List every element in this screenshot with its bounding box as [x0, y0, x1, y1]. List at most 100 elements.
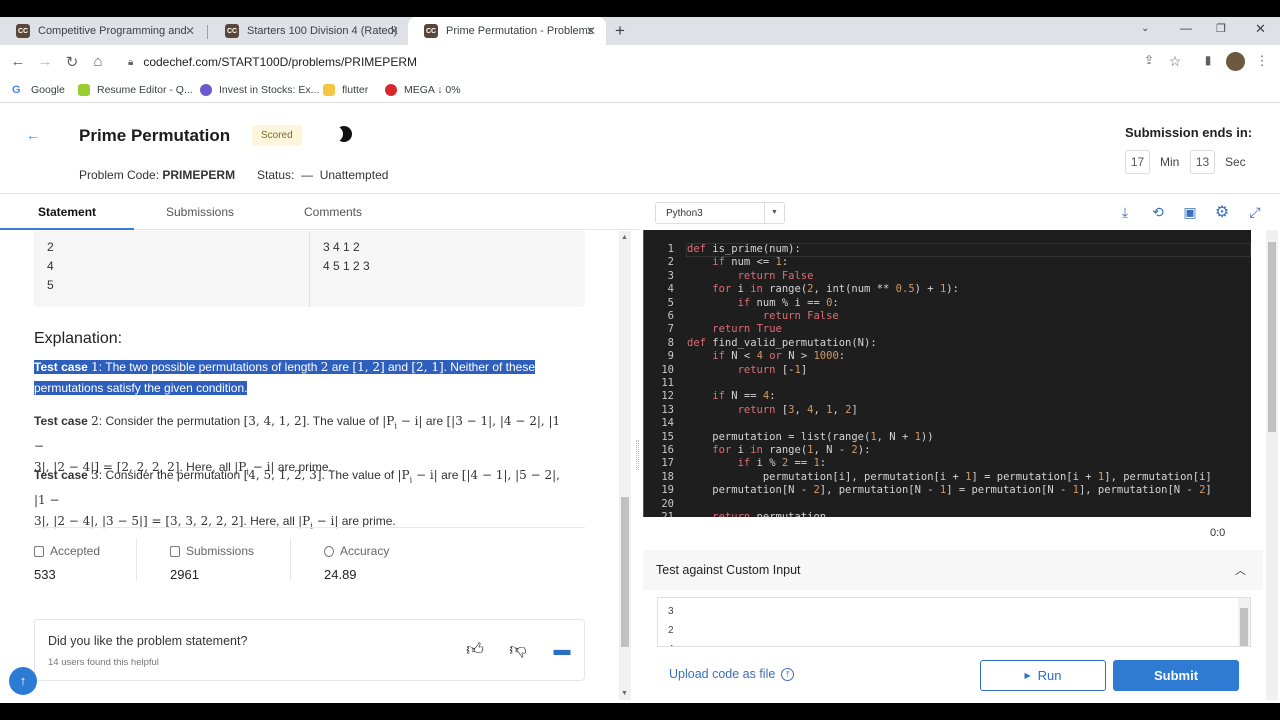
new-tab-icon[interactable]: + — [615, 21, 625, 41]
bookmark-invest-stocks[interactable]: Invest in Stocks: Ex... — [200, 84, 319, 96]
scroll-down-icon[interactable]: ▼ — [621, 690, 628, 697]
code-line[interactable]: 7 return True — [644, 323, 1251, 336]
problem-title: Prime Permutation — [79, 126, 231, 145]
browser-tab-1[interactable]: CC Competitive Programming and C ✕ — [0, 17, 205, 45]
close-tab-icon[interactable]: ✕ — [389, 24, 399, 38]
close-window-icon[interactable]: ✕ — [1255, 21, 1266, 37]
bookmark-mega[interactable]: MEGA ↓ 0% — [385, 84, 461, 96]
custom-input-textarea[interactable]: 3 2 4 — [657, 597, 1251, 647]
reload-icon[interactable]: ↻ — [62, 53, 82, 71]
help-chat-button[interactable]: ↑ — [9, 667, 37, 695]
code-line[interactable]: 4 for i in range(2, int(num ** 0.5) + 1)… — [644, 283, 1251, 296]
screen-top-bar — [0, 0, 1280, 17]
bookmark-star-icon[interactable]: ☆ — [1165, 53, 1185, 70]
code-line[interactable]: 14 — [644, 417, 1251, 430]
bookmark-flutter-folder[interactable]: flutter — [323, 84, 368, 96]
custom-input-title: Test against Custom Input — [656, 563, 801, 577]
bookmark-google[interactable]: G Google — [12, 84, 65, 96]
thumbs-down-icon[interactable]: 👎︎ — [508, 640, 528, 660]
problem-header: ← Prime Permutation Scored Problem Code:… — [0, 103, 1280, 193]
code-line[interactable]: 13 return [3, 4, 1, 2] — [644, 404, 1251, 417]
accuracy-icon — [324, 545, 334, 557]
share-icon[interactable]: ⇪ — [1139, 53, 1159, 67]
language-select[interactable]: Python3 ▼ — [655, 202, 785, 224]
save-icon[interactable]: ▣ — [1181, 204, 1199, 221]
custom-input-scrollbar[interactable] — [1238, 598, 1250, 646]
code-text: def is_prime(num): — [687, 243, 801, 255]
sample-output-line: 3 4 1 2 — [323, 240, 360, 254]
code-line[interactable]: 6 return False — [644, 310, 1251, 323]
back-arrow-icon[interactable]: ← — [26, 127, 44, 145]
code-line[interactable]: 1 def is_prime(num): — [644, 243, 1251, 256]
code-line[interactable]: 12 if N == 4: — [644, 390, 1251, 403]
run-button[interactable]: ▶ Run — [980, 660, 1106, 691]
code-line[interactable]: 21 return permutation — [644, 511, 1251, 517]
code-line[interactable]: 2 if num <= 1: — [644, 256, 1251, 269]
codechef-favicon-icon: CC — [16, 24, 30, 38]
line-number: 1 — [667, 243, 674, 255]
panel-resize-handle[interactable] — [636, 440, 639, 470]
sample-divider — [309, 231, 310, 307]
custom-input-header[interactable]: Test against Custom Input ︿ — [643, 550, 1263, 590]
settings-gear-icon[interactable]: ⚙ — [1213, 202, 1231, 222]
sample-io-table: 2 4 5 3 4 1 2 4 5 1 2 3 — [34, 231, 585, 307]
problem-stats: Accepted 533 Submissions 2961 Accuracy 2… — [34, 527, 585, 587]
code-line[interactable]: 8 def find_valid_permutation(N): — [644, 337, 1251, 350]
scrollbar-thumb[interactable] — [621, 497, 629, 647]
scrollbar-thumb[interactable] — [1240, 608, 1248, 646]
scroll-up-icon[interactable]: ▲ — [621, 234, 628, 241]
home-icon[interactable]: ⌂ — [88, 53, 108, 70]
side-panel-icon[interactable]: ▮ — [1198, 53, 1218, 67]
restore-icon[interactable]: ❐ — [1216, 22, 1226, 35]
fullscreen-icon[interactable]: ⤢ — [1246, 204, 1264, 221]
tab-statement[interactable]: Statement — [38, 205, 96, 219]
tab-search-icon[interactable]: ⌄ — [1141, 23, 1149, 34]
code-line[interactable]: 20 — [644, 498, 1251, 511]
url-omnibox[interactable]: 🔒︎ codechef.com/START100D/problems/PRIME… — [114, 49, 1194, 75]
code-line[interactable]: 9 if N < 4 or N > 1000: — [644, 350, 1251, 363]
tab-submissions[interactable]: Submissions — [166, 205, 234, 219]
scrollbar-thumb[interactable] — [1268, 242, 1276, 432]
code-text: return False — [737, 269, 814, 282]
code-line[interactable]: 11 — [644, 377, 1251, 390]
line-number: 16 — [661, 444, 674, 456]
line-number: 19 — [661, 484, 674, 497]
code-line[interactable]: 17 if i % 2 == 1: — [644, 457, 1251, 470]
comment-icon[interactable]: ▬ — [552, 640, 572, 660]
upload-code-link[interactable]: Upload code as file ⤒ — [669, 667, 795, 681]
tab-title: Starters 100 Division 4 (Rated) C — [247, 25, 397, 37]
code-line[interactable]: 3 return False — [644, 270, 1251, 283]
code-line[interactable]: 15 permutation = list(range(1, N + 1)) — [644, 431, 1251, 444]
chevron-up-icon[interactable]: ︿ — [1235, 562, 1246, 578]
forward-arrow-icon[interactable]: → — [35, 53, 55, 70]
statement-scrollbar[interactable]: ▲ ▼ — [619, 231, 631, 700]
close-tab-icon[interactable]: ✕ — [586, 24, 596, 38]
close-tab-icon[interactable]: ✕ — [185, 24, 195, 38]
tab-comments[interactable]: Comments — [304, 205, 362, 219]
sample-input-line: 5 — [47, 278, 54, 292]
line-number: 21 — [661, 511, 674, 517]
right-panel-scrollbar[interactable] — [1266, 230, 1278, 700]
stat-divider — [136, 538, 137, 580]
code-line[interactable]: 18 permutation[i], permutation[i + 1] = … — [644, 471, 1251, 484]
code-refresh-icon[interactable]: ⟲ — [1149, 204, 1167, 221]
submit-button[interactable]: Submit — [1113, 660, 1239, 691]
browser-tab-3-active[interactable]: CC Prime Permutation - Problems - C ✕ — [408, 17, 606, 45]
download-icon[interactable]: ⤓ — [1116, 204, 1134, 221]
code-text: return [3, 4, 1, 2] — [737, 403, 858, 416]
code-line[interactable]: 16 for i in range(1, N - 2): — [644, 444, 1251, 457]
code-line[interactable]: 10 return [-1] — [644, 364, 1251, 377]
code-text: return [-1] — [737, 363, 808, 376]
profile-avatar[interactable] — [1226, 52, 1245, 71]
back-arrow-icon[interactable]: ← — [8, 53, 28, 70]
browser-tab-2[interactable]: CC Starters 100 Division 4 (Rated) C ✕ — [209, 17, 409, 45]
minimize-icon[interactable]: — — [1180, 21, 1192, 35]
kebab-menu-icon[interactable]: ⋮ — [1252, 53, 1272, 69]
code-line[interactable]: 19 permutation[N - 2], permutation[N - 1… — [644, 484, 1251, 497]
code-line[interactable]: 5 if num % i == 0: — [644, 297, 1251, 310]
code-editor[interactable]: 1 def is_prime(num): 2 if num <= 1: 3 retur… — [643, 230, 1251, 517]
dark-mode-toggle-icon[interactable] — [331, 126, 352, 142]
thumbs-up-icon[interactable]: 👍︎ — [465, 640, 485, 660]
browser-tab-strip: CC Competitive Programming and C ✕ CC St… — [0, 17, 1280, 45]
bookmark-resume-editor[interactable]: Resume Editor - Q... — [78, 84, 193, 96]
